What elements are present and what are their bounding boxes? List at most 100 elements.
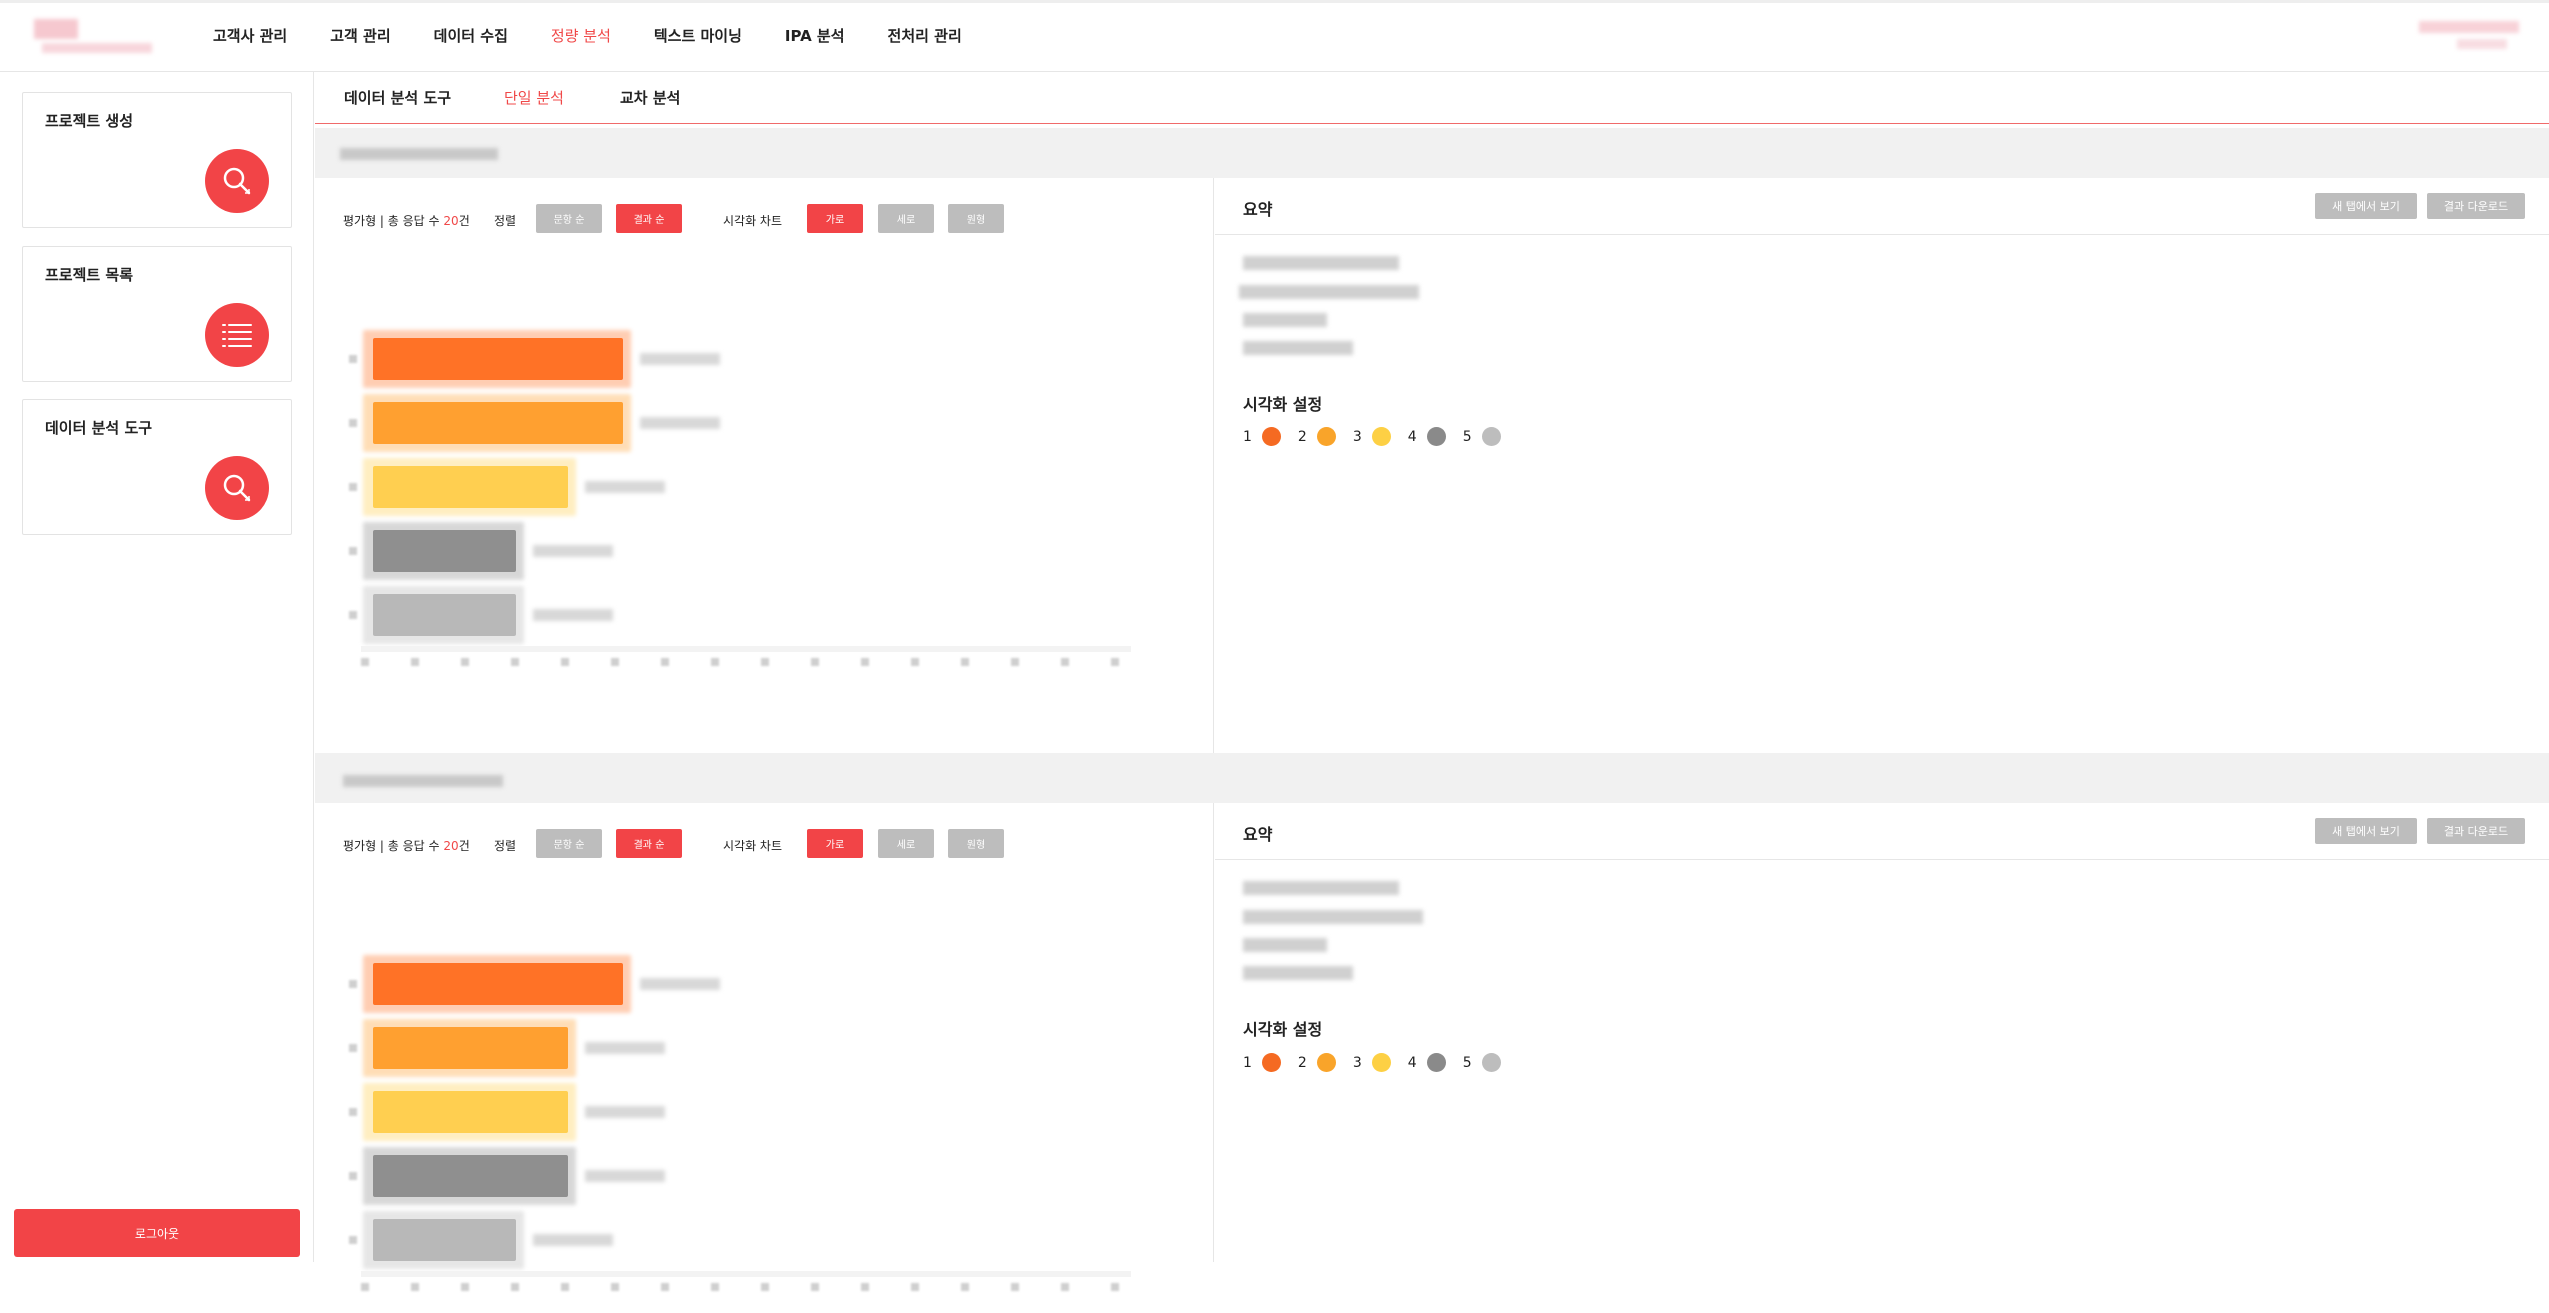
user-menu[interactable] — [2419, 21, 2519, 55]
y-tick-label — [349, 611, 357, 619]
sort-label: 정렬 — [494, 214, 517, 228]
color-swatch[interactable] — [1316, 1053, 1336, 1072]
bar-value-label — [585, 1042, 665, 1054]
x-tick-label — [461, 1283, 469, 1291]
chart-pie-button[interactable]: 원형 — [948, 829, 1004, 858]
bar-2[interactable] — [373, 1027, 568, 1069]
color-swatch[interactable] — [1371, 427, 1391, 446]
sort-by-question-button[interactable]: 문항 순 — [536, 204, 602, 233]
sidebar-card-create-project[interactable]: 프로젝트 생성 — [22, 92, 292, 228]
color-legend: 1 2 3 4 5 — [1243, 427, 1518, 446]
card-title: 프로젝트 생성 — [45, 112, 134, 130]
color-swatch[interactable] — [1426, 1053, 1446, 1072]
legend-item-2[interactable]: 2 — [1298, 1053, 1336, 1072]
bar-value-label — [640, 978, 720, 990]
bar-4[interactable] — [373, 1155, 568, 1197]
tab-cross-analysis[interactable]: 교차 분석 — [620, 87, 680, 108]
download-result-button[interactable]: 결과 다운로드 — [2427, 193, 2525, 219]
legend-item-4[interactable]: 4 — [1408, 427, 1446, 446]
summary-line — [1243, 313, 1327, 327]
bar-3[interactable] — [373, 1091, 568, 1133]
nav-item-preprocessing[interactable]: 전처리 관리 — [888, 25, 962, 46]
legend-item-1[interactable]: 1 — [1243, 427, 1281, 446]
color-swatch[interactable] — [1316, 427, 1336, 446]
nav-item-data-collection[interactable]: 데이터 수집 — [434, 25, 508, 46]
summary-panel: 요약 새 탭에서 보기 결과 다운로드 시각화 설정 1 2 3 4 5 — [1215, 803, 2549, 1262]
legend-item-5[interactable]: 5 — [1463, 1053, 1501, 1072]
list-icon[interactable] — [205, 303, 269, 367]
bar-5[interactable] — [373, 594, 516, 636]
bar-value-label — [640, 353, 720, 365]
legend-item-5[interactable]: 5 — [1463, 427, 1501, 446]
divider — [1215, 234, 2549, 235]
bar-chart — [345, 913, 1195, 1313]
summary-line — [1243, 256, 1399, 270]
legend-item-1[interactable]: 1 — [1243, 1053, 1281, 1072]
color-swatch[interactable] — [1261, 1053, 1281, 1072]
sort-by-result-button[interactable]: 결과 순 — [616, 829, 682, 858]
sub-tabs: 데이터 분석 도구 단일 분석 교차 분석 — [315, 72, 2549, 124]
open-new-tab-button[interactable]: 새 탭에서 보기 — [2315, 193, 2417, 219]
x-tick-label — [911, 658, 919, 666]
color-swatch[interactable] — [1261, 427, 1281, 446]
nav-item-quantitative-analysis[interactable]: 정량 분석 — [551, 25, 611, 46]
legend-item-2[interactable]: 2 — [1298, 427, 1336, 446]
x-tick-label — [1011, 1283, 1019, 1291]
visualization-settings-title: 시각화 설정 — [1243, 1020, 1323, 1039]
sidebar-card-project-list[interactable]: 프로젝트 목록 — [22, 246, 292, 382]
tab-single-analysis[interactable]: 단일 분석 — [504, 87, 564, 108]
download-result-button[interactable]: 결과 다운로드 — [2427, 818, 2525, 844]
sidebar-card-data-analysis-tool[interactable]: 데이터 분석 도구 — [22, 399, 292, 535]
chart-horizontal-button[interactable]: 가로 — [807, 204, 863, 233]
summary-panel: 요약 새 탭에서 보기 결과 다운로드 시각화 설정 1 2 3 4 5 — [1215, 178, 2549, 753]
color-swatch[interactable] — [1481, 1053, 1501, 1072]
chart-panel: 평가형 | 총 응답 수 20건 정렬 문항 순 결과 순 시각화 차트 가로 … — [315, 803, 1214, 1291]
question-header — [315, 753, 2549, 803]
search-icon[interactable] — [205, 456, 269, 520]
bar-4[interactable] — [373, 530, 516, 572]
logo[interactable] — [34, 19, 152, 57]
logout-button[interactable]: 로그아웃 — [14, 1209, 300, 1257]
chart-horizontal-button[interactable]: 가로 — [807, 829, 863, 858]
question-title — [343, 775, 503, 787]
sidebar: 프로젝트 생성 프로젝트 목록 데이터 분석 도구 로그아웃 — [0, 72, 314, 1262]
y-tick-label — [349, 1236, 357, 1244]
sort-by-result-button[interactable]: 결과 순 — [616, 204, 682, 233]
bar-2[interactable] — [373, 402, 623, 444]
bar-value-label — [585, 481, 665, 493]
nav-item-client-company[interactable]: 고객사 관리 — [213, 25, 287, 46]
nav-item-customer[interactable]: 고객 관리 — [330, 25, 390, 46]
legend-item-3[interactable]: 3 — [1353, 1053, 1391, 1072]
tab-data-analysis-tool[interactable]: 데이터 분석 도구 — [344, 87, 451, 108]
bar-5[interactable] — [373, 1219, 516, 1261]
x-axis — [361, 1271, 1131, 1277]
color-swatch[interactable] — [1426, 427, 1446, 446]
bar-value-label — [533, 609, 613, 621]
summary-title: 요약 — [1243, 825, 1273, 844]
summary-line — [1243, 938, 1327, 952]
bar-1[interactable] — [373, 338, 623, 380]
bar-value-label — [533, 1234, 613, 1246]
y-tick-label — [349, 355, 357, 363]
nav-item-text-mining[interactable]: 텍스트 마이닝 — [654, 25, 742, 46]
chart-controls: 평가형 | 총 응답 수 20건 정렬 문항 순 결과 순 시각화 차트 가로 … — [343, 829, 1203, 859]
x-tick-label — [861, 1283, 869, 1291]
x-axis — [361, 646, 1131, 652]
nav-item-ipa-analysis[interactable]: IPA 분석 — [785, 25, 845, 46]
bar-3[interactable] — [373, 466, 568, 508]
chart-vertical-button[interactable]: 세로 — [878, 204, 934, 233]
color-swatch[interactable] — [1371, 1053, 1391, 1072]
open-new-tab-button[interactable]: 새 탭에서 보기 — [2315, 818, 2417, 844]
search-icon[interactable] — [205, 149, 269, 213]
x-tick-label — [611, 658, 619, 666]
summary-line — [1239, 285, 1419, 299]
bar-1[interactable] — [373, 963, 623, 1005]
chart-pie-button[interactable]: 원형 — [948, 204, 1004, 233]
legend-item-4[interactable]: 4 — [1408, 1053, 1446, 1072]
sort-by-question-button[interactable]: 문항 순 — [536, 829, 602, 858]
chart-vertical-button[interactable]: 세로 — [878, 829, 934, 858]
x-tick-label — [511, 1283, 519, 1291]
card-title: 프로젝트 목록 — [45, 266, 134, 284]
color-swatch[interactable] — [1481, 427, 1501, 446]
legend-item-3[interactable]: 3 — [1353, 427, 1391, 446]
